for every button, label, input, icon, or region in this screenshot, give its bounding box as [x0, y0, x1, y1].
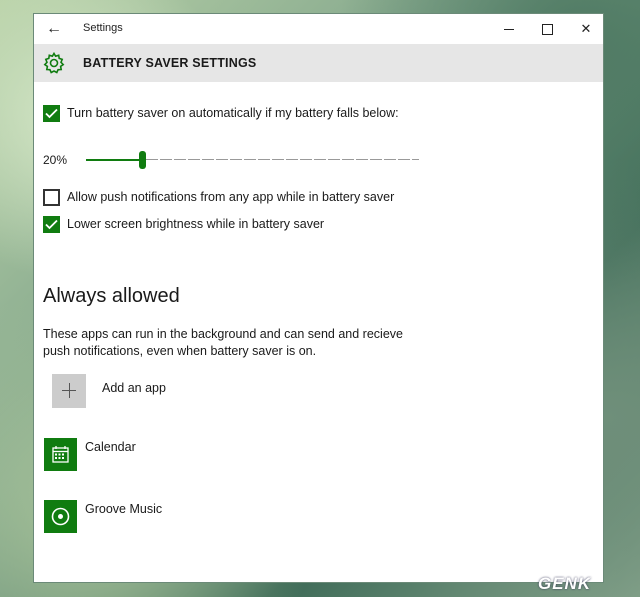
- always-allowed-title: Always allowed: [43, 285, 180, 307]
- push-notifications-label: Allow push notifications from any app wh…: [67, 190, 395, 204]
- add-app-button[interactable]: [52, 374, 86, 408]
- calendar-app-name[interactable]: Calendar: [85, 440, 136, 454]
- always-allowed-description: These apps can run in the background and…: [43, 327, 403, 358]
- checkmark-icon: [45, 108, 58, 119]
- lower-brightness-checkbox[interactable]: [43, 216, 60, 233]
- slider-track-remaining: [146, 159, 419, 160]
- threshold-value: 20%: [43, 153, 68, 167]
- calendar-app-tile[interactable]: [44, 438, 77, 471]
- groove-music-app-tile[interactable]: [44, 500, 77, 533]
- add-app-label[interactable]: Add an app: [102, 381, 166, 395]
- calendar-icon: [52, 446, 69, 463]
- window-title: Settings: [83, 22, 123, 34]
- minimize-icon: [504, 29, 514, 31]
- gear-icon: [43, 51, 65, 74]
- groove-music-app-name[interactable]: Groove Music: [85, 502, 162, 516]
- page-title: BATTERY SAVER SETTINGS: [83, 56, 257, 70]
- back-arrow-icon: ←: [46, 20, 62, 37]
- music-disc-icon: [51, 507, 70, 526]
- maximize-icon: [541, 24, 553, 36]
- maximize-button[interactable]: [532, 18, 562, 40]
- auto-on-checkbox[interactable]: [43, 105, 60, 122]
- minimize-button[interactable]: [494, 18, 524, 40]
- slider-thumb[interactable]: [139, 151, 146, 169]
- checkmark-icon: [45, 219, 58, 230]
- threshold-slider[interactable]: [86, 151, 419, 169]
- slider-track-filled: [86, 159, 142, 161]
- settings-window: ← Settings ✕ BATTERY SAVER SETTINGS Turn…: [33, 13, 604, 583]
- close-button[interactable]: ✕: [571, 18, 601, 40]
- push-notifications-checkbox[interactable]: [43, 189, 60, 206]
- watermark-logo: GENK: [538, 574, 592, 593]
- lower-brightness-label: Lower screen brightness while in battery…: [67, 217, 325, 231]
- back-button[interactable]: ←: [42, 19, 66, 39]
- page-header: BATTERY SAVER SETTINGS: [34, 44, 603, 82]
- close-icon: ✕: [580, 21, 592, 36]
- auto-on-label: Turn battery saver on automatically if m…: [67, 106, 399, 120]
- title-bar: ← Settings ✕: [34, 14, 603, 44]
